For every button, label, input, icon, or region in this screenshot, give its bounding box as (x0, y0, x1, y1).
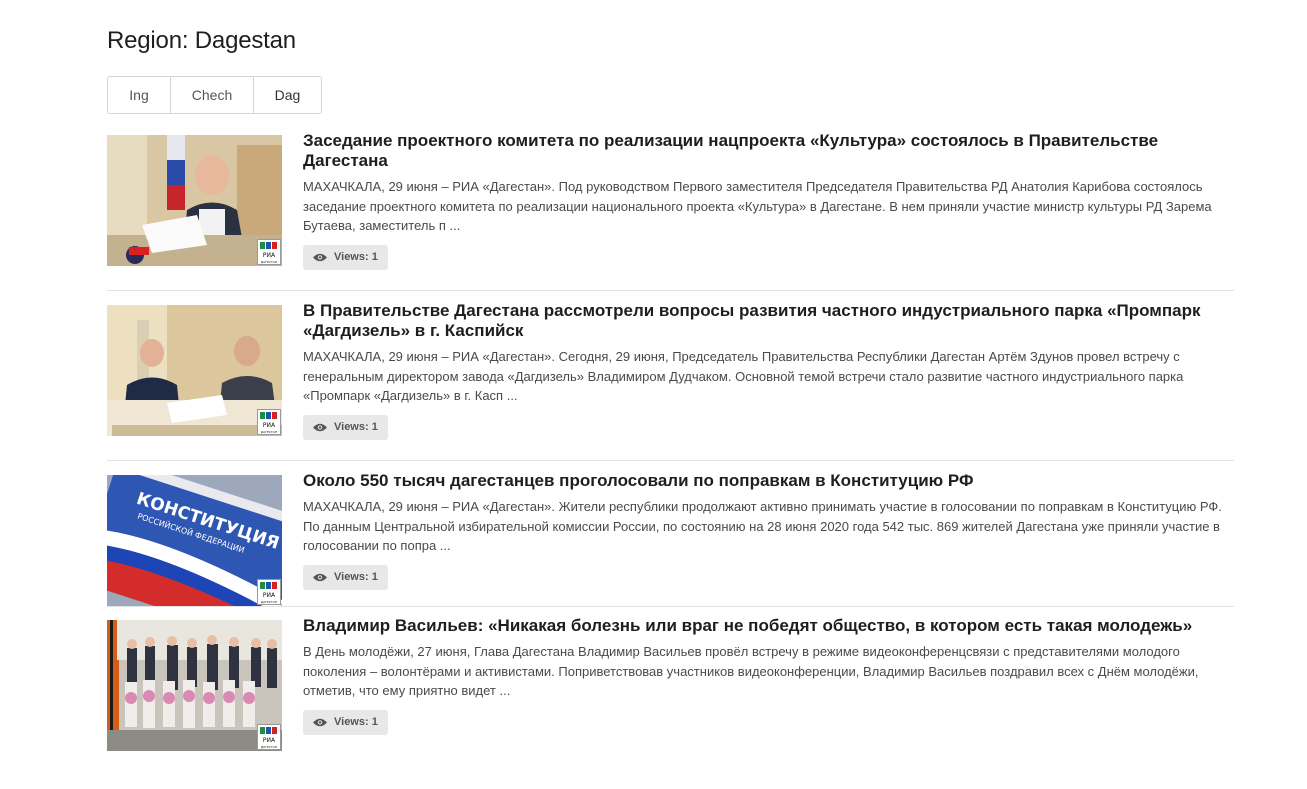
group-photo (107, 620, 282, 751)
ria-dagestan-logo: РИА ДАГЕСТАН (257, 409, 281, 435)
views-badge: Views: 1 (303, 414, 388, 440)
news-item: РИА ДАГЕСТАН Владимир Васильев: «Никакая… (107, 616, 1234, 775)
meeting-photo (107, 305, 282, 436)
news-item: КОНСТИТУЦИЯ РОССИЙСКОЙ ФЕДЕРАЦИИ РИА ДАГ… (107, 471, 1234, 607)
tab-chech[interactable]: Chech (171, 77, 254, 113)
news-content: Заседание проектного комитета по реализа… (303, 131, 1234, 270)
eye-icon (313, 253, 327, 261)
news-excerpt: МАХАЧКАЛА, 29 июня – РИА «Дагестан». Жит… (303, 499, 1222, 553)
tab-dag[interactable]: Dag (254, 77, 321, 113)
views-badge: Views: 1 (303, 709, 388, 735)
news-thumbnail[interactable]: РИА ДАГЕСТАН (107, 135, 282, 266)
news-excerpt: МАХАЧКАЛА, 29 июня – РИА «Дагестан». Сег… (303, 349, 1184, 403)
news-content: В Правительстве Дагестана рассмотрели во… (303, 301, 1234, 440)
views-badge: Views: 1 (303, 564, 388, 590)
news-thumbnail[interactable]: РИА ДАГЕСТАН (107, 305, 282, 436)
views-count: Views: 1 (334, 421, 378, 433)
region-tabs: Ing Chech Dag (107, 76, 322, 114)
news-content: Около 550 тысяч дагестанцев проголосовал… (303, 471, 1234, 590)
views-count: Views: 1 (334, 251, 378, 263)
views-badge: Views: 1 (303, 244, 388, 270)
news-title[interactable]: Около 550 тысяч дагестанцев проголосовал… (303, 471, 1234, 491)
news-title[interactable]: Заседание проектного комитета по реализа… (303, 131, 1234, 171)
views-count: Views: 1 (334, 571, 378, 583)
news-excerpt: МАХАЧКАЛА, 29 июня – РИА «Дагестан». Под… (303, 179, 1212, 233)
ria-dagestan-logo: РИА ДАГЕСТАН (257, 239, 281, 265)
news-thumbnail[interactable]: РИА ДАГЕСТАН (107, 620, 282, 751)
eye-icon (313, 423, 327, 431)
ria-dagestan-logo: РИА ДАГЕСТАН (257, 579, 281, 605)
news-item: РИА ДАГЕСТАН В Правительстве Дагестана р… (107, 301, 1234, 461)
tab-ing[interactable]: Ing (108, 77, 171, 113)
news-content: Владимир Васильев: «Никакая болезнь или … (303, 616, 1234, 735)
news-list: РИА ДАГЕСТАН Заседание проектного комите… (107, 131, 1234, 789)
eye-icon (313, 718, 327, 726)
ria-dagestan-logo: РИА ДАГЕСТАН (257, 724, 281, 750)
page-title: Region: Dagestan (107, 27, 296, 54)
constitution-book-photo: КОНСТИТУЦИЯ РОССИЙСКОЙ ФЕДЕРАЦИИ (107, 475, 282, 606)
eye-icon (313, 573, 327, 581)
news-title[interactable]: Владимир Васильев: «Никакая болезнь или … (303, 616, 1234, 636)
news-title[interactable]: В Правительстве Дагестана рассмотрели во… (303, 301, 1234, 341)
meeting-photo (107, 135, 282, 266)
views-count: Views: 1 (334, 716, 378, 728)
news-item: РИА ДАГЕСТАН Заседание проектного комите… (107, 131, 1234, 291)
news-thumbnail[interactable]: КОНСТИТУЦИЯ РОССИЙСКОЙ ФЕДЕРАЦИИ РИА ДАГ… (107, 475, 282, 606)
news-excerpt: В День молодёжи, 27 июня, Глава Дагестан… (303, 644, 1199, 698)
